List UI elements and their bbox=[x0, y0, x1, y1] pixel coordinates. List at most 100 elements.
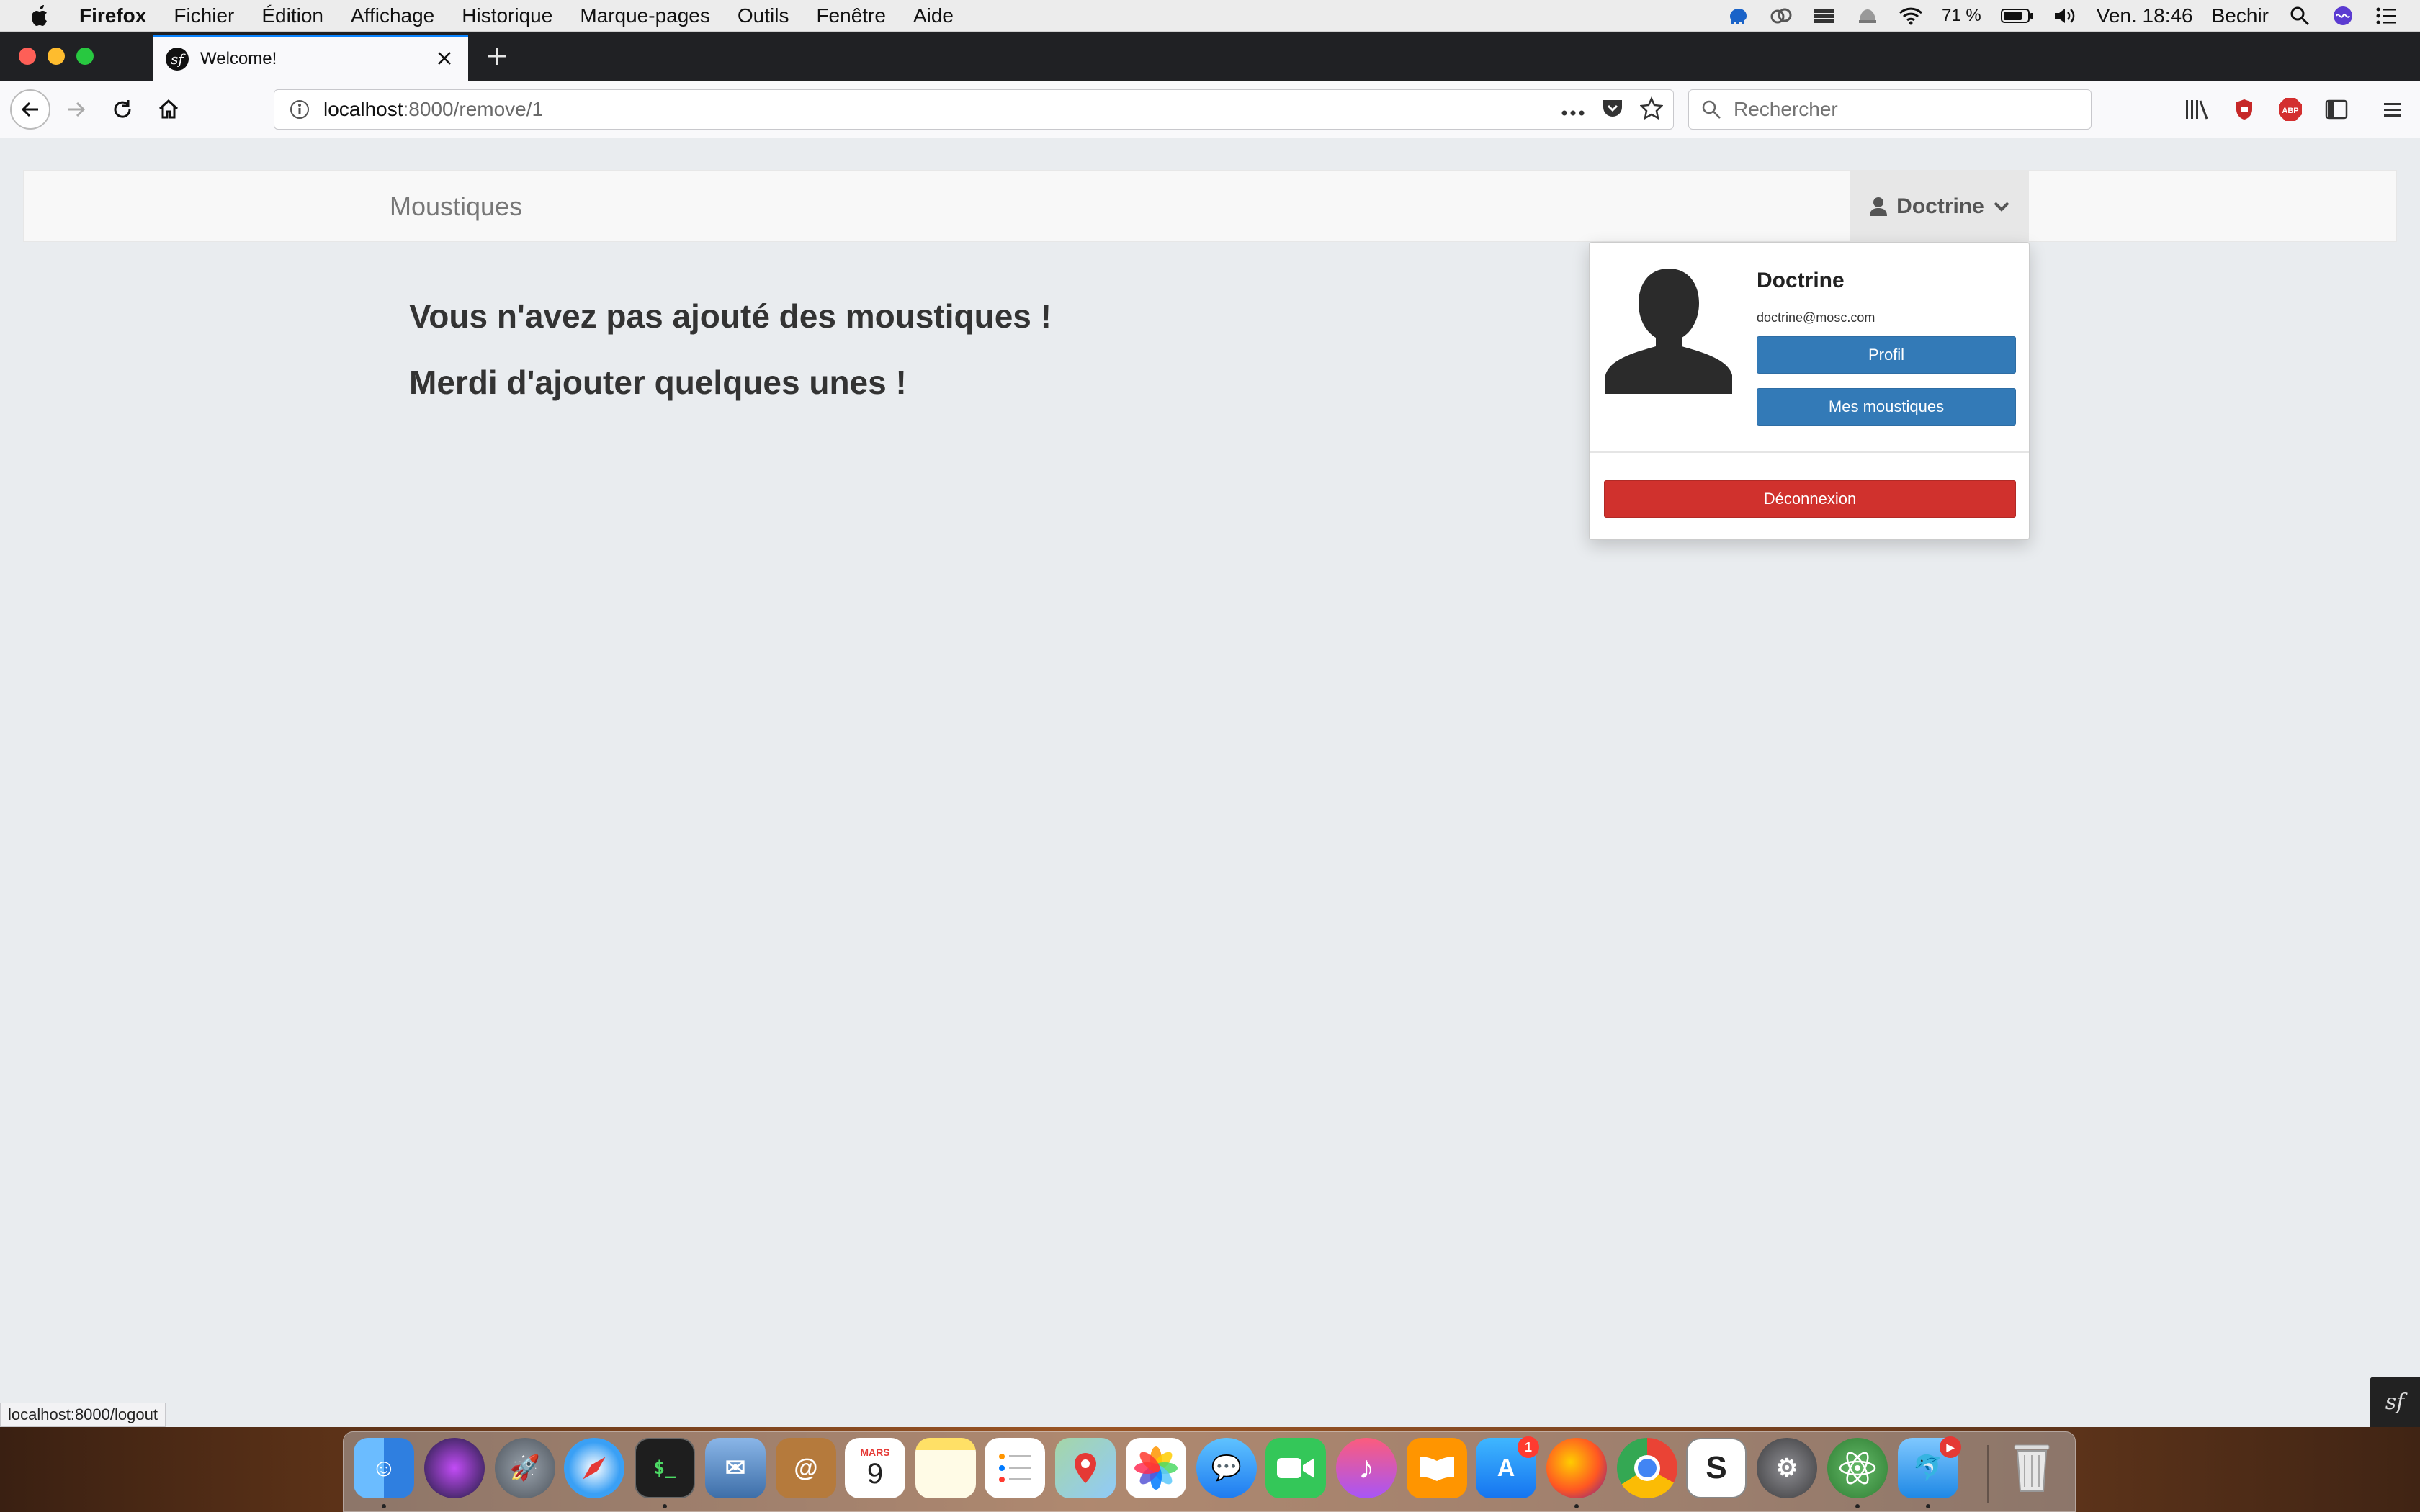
reminders-icon[interactable] bbox=[985, 1438, 1045, 1498]
calendar-day: 9 bbox=[866, 1457, 884, 1490]
wifi-icon[interactable] bbox=[1899, 4, 1923, 28]
menu-outils[interactable]: Outils bbox=[738, 4, 789, 27]
itunes-icon[interactable]: ♪ bbox=[1336, 1438, 1397, 1498]
menu-fenetre[interactable]: Fenêtre bbox=[816, 4, 886, 27]
web-page-content: Moustiques Doctrine Vous n'avez pas ajou… bbox=[0, 138, 2420, 1427]
profile-button[interactable]: Profil bbox=[1757, 336, 2016, 374]
macos-menubar: Firefox Fichier Édition Affichage Histor… bbox=[0, 0, 2420, 32]
menubar-clock[interactable]: Ven. 18:46 bbox=[2097, 4, 2193, 27]
home-icon[interactable] bbox=[151, 92, 186, 127]
new-tab-plus-icon[interactable] bbox=[481, 40, 513, 72]
elephant-app-icon[interactable] bbox=[1726, 4, 1750, 28]
battery-percentage: 71 % bbox=[1942, 6, 1981, 25]
creative-cloud-icon[interactable] bbox=[1769, 4, 1793, 28]
sidebar-toggle-icon[interactable] bbox=[2322, 95, 2351, 124]
photos-icon[interactable] bbox=[1126, 1438, 1186, 1498]
menu-affichage[interactable]: Affichage bbox=[351, 4, 434, 27]
contacts-icon[interactable]: @ bbox=[776, 1438, 836, 1498]
pocket-icon[interactable] bbox=[1601, 97, 1624, 124]
app-store-icon[interactable]: A 1 bbox=[1476, 1436, 1539, 1498]
bookmark-star-icon[interactable] bbox=[1639, 96, 1664, 125]
ublock-shield-icon[interactable] bbox=[2230, 95, 2259, 124]
sublime-text-icon[interactable]: S bbox=[1686, 1438, 1747, 1498]
user-menu-toggle[interactable]: Doctrine bbox=[1850, 171, 2029, 243]
siri-dock-icon[interactable] bbox=[424, 1438, 485, 1498]
url-host: localhost bbox=[323, 98, 403, 120]
terminal-running-dot bbox=[663, 1504, 667, 1508]
calendar-month: MARS bbox=[860, 1446, 890, 1458]
menu-marque-pages[interactable]: Marque-pages bbox=[580, 4, 710, 27]
menu-aide[interactable]: Aide bbox=[913, 4, 954, 27]
library-icon[interactable] bbox=[2182, 95, 2211, 124]
tab-title: Welcome! bbox=[200, 49, 277, 68]
notes-icon[interactable] bbox=[915, 1438, 976, 1498]
firefox-running-dot bbox=[1574, 1504, 1579, 1508]
finder-icon[interactable]: ☺ bbox=[354, 1438, 414, 1498]
helmet-app-icon[interactable] bbox=[1855, 4, 1880, 28]
search-icon bbox=[1699, 97, 1724, 122]
search-placeholder: Rechercher bbox=[1734, 98, 1838, 120]
site-info-icon[interactable] bbox=[289, 99, 310, 120]
messages-icon[interactable]: 💬 bbox=[1196, 1438, 1257, 1498]
tab-close-icon[interactable] bbox=[432, 46, 457, 71]
battery-icon[interactable] bbox=[2000, 4, 2035, 28]
back-arrow-icon[interactable] bbox=[10, 89, 50, 130]
reload-icon[interactable] bbox=[105, 92, 140, 127]
menu-edition[interactable]: Édition bbox=[261, 4, 323, 27]
user-dropdown-panel: Doctrine doctrine@mosc.com Profil Mes mo… bbox=[1589, 242, 2030, 540]
logout-button[interactable]: Déconnexion bbox=[1604, 480, 2016, 518]
books-icon[interactable] bbox=[1407, 1438, 1467, 1498]
spotlight-search-icon[interactable] bbox=[2287, 4, 2312, 28]
user-menu-label: Doctrine bbox=[1896, 194, 1984, 218]
menu-historique[interactable]: Historique bbox=[462, 4, 552, 27]
maps-icon[interactable] bbox=[1055, 1438, 1116, 1498]
menu-fichier[interactable]: Fichier bbox=[174, 4, 234, 27]
browser-tab-welcome[interactable]: sf Welcome! bbox=[153, 35, 468, 81]
apple-logo-icon[interactable] bbox=[27, 3, 53, 29]
empty-state-subheading: Merdi d'ajouter quelques unes ! bbox=[409, 364, 907, 401]
avatar-silhouette-icon bbox=[1605, 269, 1732, 394]
window-minimize-button[interactable] bbox=[48, 48, 65, 65]
window-maximize-button[interactable] bbox=[76, 48, 94, 65]
url-bar[interactable]: localhost :8000/remove/1 bbox=[274, 89, 1674, 130]
macos-dock: ☺ 🚀 $_ ✉ @ MARS 9 💬 ♪ A 1 S ⚙ 🐬 ▶ bbox=[343, 1431, 2076, 1512]
finder-running-dot bbox=[382, 1504, 386, 1508]
dropdown-divider bbox=[1590, 451, 2029, 453]
launchpad-icon[interactable]: 🚀 bbox=[495, 1438, 555, 1498]
dropdown-user-email: doctrine@mosc.com bbox=[1757, 310, 1876, 325]
volume-icon[interactable] bbox=[2053, 4, 2078, 28]
hamburger-menu-icon[interactable] bbox=[2378, 95, 2407, 124]
symfony-favicon-icon: sf bbox=[166, 48, 189, 71]
trash-icon[interactable] bbox=[2002, 1438, 2062, 1498]
chevron-down-icon bbox=[1994, 202, 2009, 212]
safari-icon[interactable] bbox=[564, 1438, 624, 1498]
terminal-icon[interactable]: $_ bbox=[635, 1438, 695, 1498]
url-path: :8000/remove/1 bbox=[403, 98, 544, 120]
atom-running-dot bbox=[1855, 1504, 1860, 1508]
user-icon bbox=[1870, 197, 1888, 216]
symfony-debug-toolbar-icon[interactable]: sf bbox=[2370, 1377, 2420, 1427]
stack-app-icon[interactable] bbox=[1812, 4, 1837, 28]
my-mosquitoes-button[interactable]: Mes moustiques bbox=[1757, 388, 2016, 426]
search-bar[interactable]: Rechercher bbox=[1688, 89, 2092, 130]
app-store-badge: 1 bbox=[1518, 1436, 1539, 1458]
chrome-icon[interactable] bbox=[1617, 1438, 1677, 1498]
calendar-icon[interactable]: MARS 9 bbox=[845, 1438, 905, 1498]
window-close-button[interactable] bbox=[19, 48, 36, 65]
firefox-dock-icon[interactable] bbox=[1546, 1438, 1607, 1498]
atom-icon[interactable] bbox=[1827, 1438, 1888, 1498]
forward-arrow-icon[interactable] bbox=[59, 92, 94, 127]
navbar-brand-link[interactable]: Moustiques bbox=[390, 171, 522, 243]
browser-tab-strip: sf Welcome! bbox=[0, 32, 2420, 81]
adblock-plus-icon[interactable]: ABP bbox=[2276, 95, 2305, 124]
mail-eagle-icon[interactable]: ✉ bbox=[705, 1438, 766, 1498]
notification-center-icon[interactable] bbox=[2374, 4, 2398, 28]
menubar-user[interactable]: Bechir bbox=[2212, 4, 2269, 27]
mysql-workbench-icon[interactable]: 🐬 ▶ bbox=[1898, 1436, 1961, 1498]
site-navbar: Moustiques Doctrine bbox=[23, 170, 2397, 243]
siri-icon[interactable] bbox=[2331, 4, 2355, 28]
menu-app-firefox[interactable]: Firefox bbox=[79, 4, 146, 27]
facetime-icon[interactable] bbox=[1265, 1438, 1326, 1498]
page-actions-ellipsis-icon[interactable] bbox=[1561, 99, 1585, 122]
system-preferences-icon[interactable]: ⚙ bbox=[1757, 1438, 1817, 1498]
